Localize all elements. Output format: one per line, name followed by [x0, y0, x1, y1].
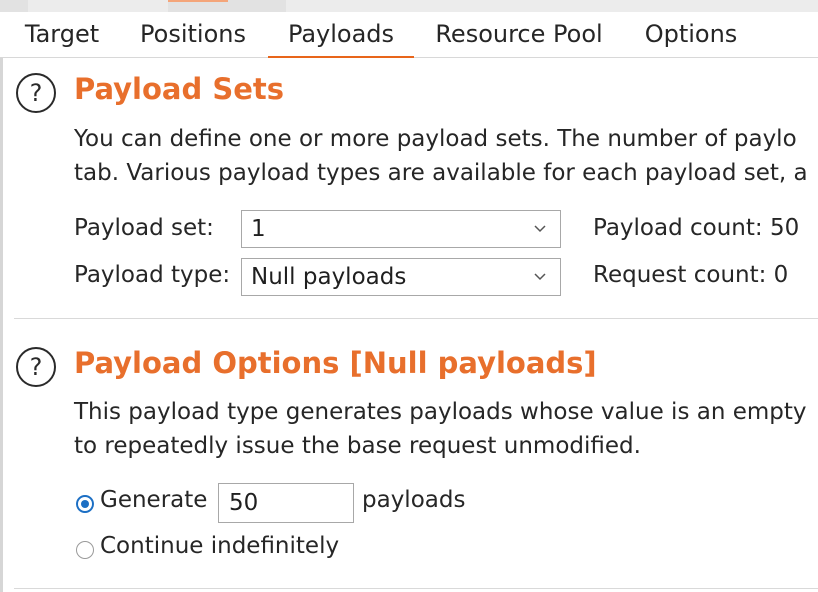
tab-positions[interactable]: Positions: [128, 12, 258, 58]
top-strip-segment: [0, 0, 28, 12]
payload-options-description-line1: This payload type generates payloads who…: [74, 399, 807, 425]
payloads-label: payloads: [362, 487, 466, 513]
continue-indefinitely-label[interactable]: Continue indefinitely: [100, 533, 339, 559]
help-icon[interactable]: ?: [16, 347, 56, 387]
payload-type-value: Null payloads: [251, 264, 407, 290]
panel-left-edge: [0, 58, 3, 592]
tab-resource-pool[interactable]: Resource Pool: [424, 12, 614, 58]
payload-type-label: Payload type:: [74, 262, 231, 288]
continue-indefinitely-radio[interactable]: [76, 541, 94, 559]
payload-count: Payload count: 50: [593, 215, 800, 241]
request-count: Request count: 0: [593, 262, 789, 288]
payload-type-select[interactable]: Null payloads: [241, 258, 561, 296]
generate-radio[interactable]: [76, 495, 94, 513]
payload-sets-description-line1: You can define one or more payload sets.…: [74, 126, 797, 152]
section-divider: [14, 588, 818, 589]
top-strip-segment: [228, 0, 286, 12]
payload-sets-description-line2: tab. Various payload types are available…: [74, 160, 808, 186]
payload-set-value: 1: [251, 216, 266, 242]
tab-options[interactable]: Options: [630, 12, 752, 58]
tab-target[interactable]: Target: [10, 12, 114, 58]
payload-set-select[interactable]: 1: [241, 210, 561, 248]
help-icon[interactable]: ?: [16, 73, 56, 113]
generate-label[interactable]: Generate: [100, 487, 207, 513]
payload-set-label: Payload set:: [74, 215, 214, 241]
payload-options-description-line2: to repeatedly issue the base request unm…: [74, 433, 641, 459]
generate-count-input[interactable]: 50: [218, 483, 354, 523]
window-top-strip: [0, 0, 818, 12]
tab-bar: Target Positions Payloads Resource Pool …: [0, 12, 818, 58]
top-strip-segment: [168, 0, 228, 12]
section-divider: [14, 318, 818, 319]
chevron-down-icon: [534, 225, 546, 233]
payload-sets-title: Payload Sets: [74, 72, 285, 106]
tab-payloads[interactable]: Payloads: [268, 12, 414, 58]
chevron-down-icon: [534, 273, 546, 281]
payload-options-title: Payload Options [Null payloads]: [74, 346, 597, 380]
